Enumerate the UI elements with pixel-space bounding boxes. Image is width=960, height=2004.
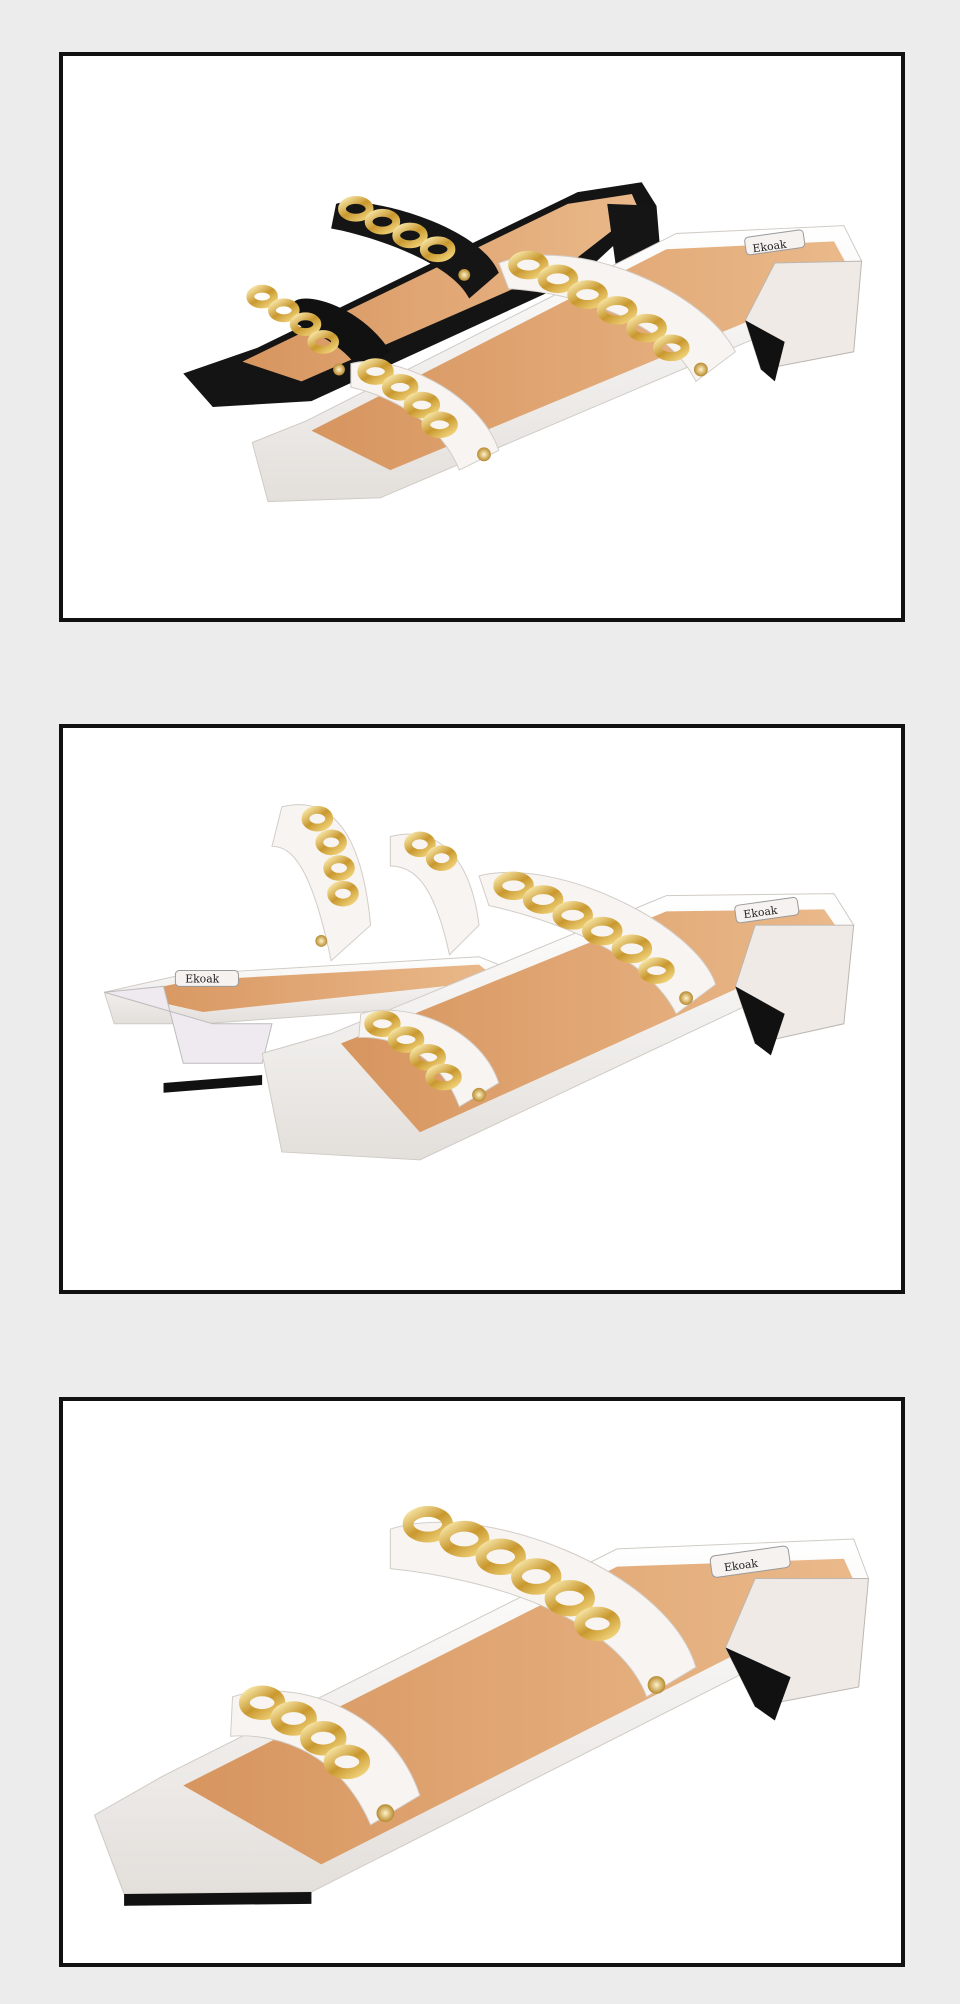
sandal-closeup-illustration: Ekoak xyxy=(93,1506,870,1906)
sandal-pair-illustration: Ekoak xyxy=(183,182,863,503)
product-photo-pair-white-side: Ekoak Ekoak xyxy=(59,724,905,1294)
white-sandal-closeup: Ekoak xyxy=(93,1506,870,1906)
product-photo-single-white-closeup: Ekoak xyxy=(59,1397,905,1967)
brand-label: Ekoak xyxy=(185,972,219,985)
product-photo-pair-black-white: Ekoak xyxy=(59,52,905,622)
sandal-pair-side-illustration: Ekoak Ekoak xyxy=(103,804,855,1161)
